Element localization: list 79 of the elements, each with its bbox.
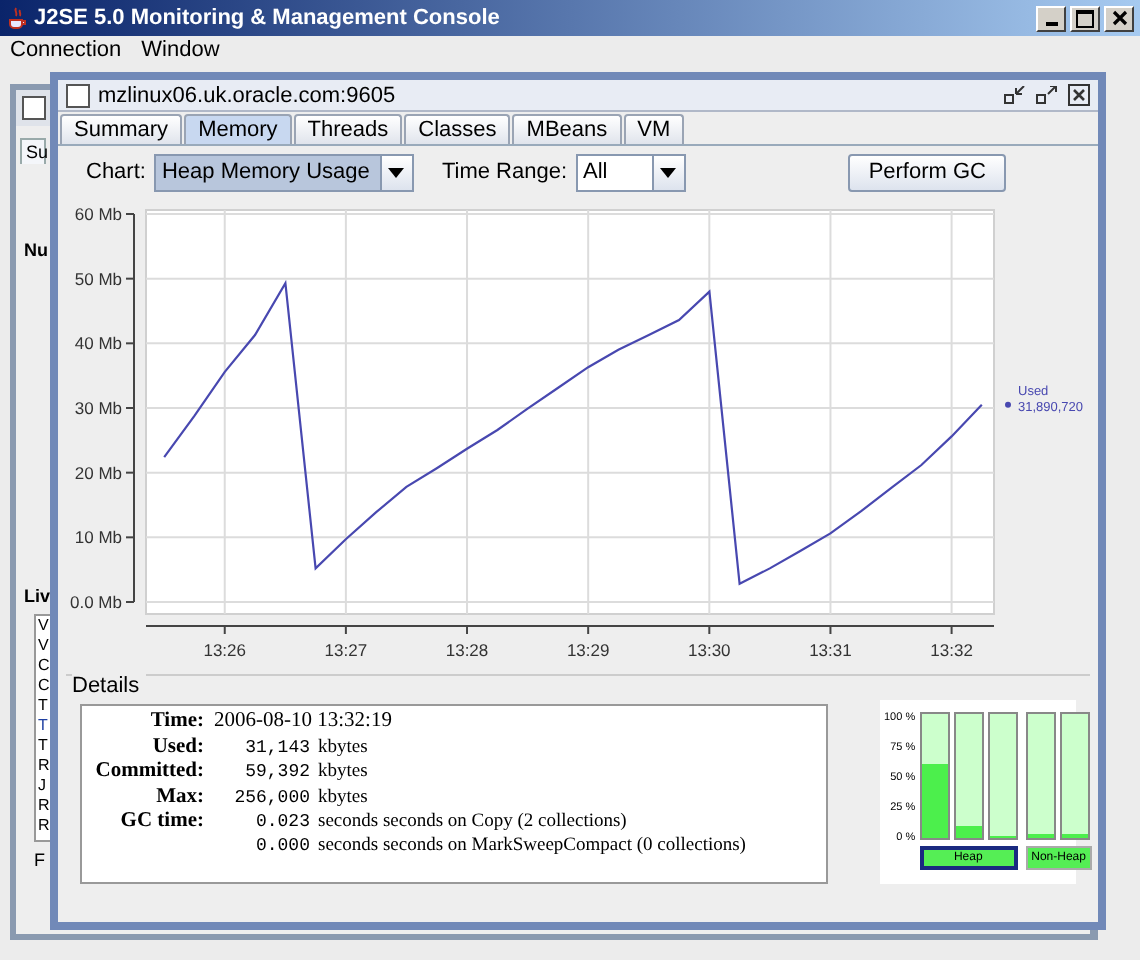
x-tick-label: 13:28 (445, 640, 489, 660)
field-unit: kbytes (318, 787, 368, 807)
tab[interactable]: Classes (404, 114, 511, 144)
field-label: GC time: (120, 810, 204, 832)
pool-bar[interactable] (1059, 712, 1090, 840)
y-tick-label: 30 Mb (74, 398, 122, 418)
window-title: J2SE 5.0 Monitoring & Management Console (34, 6, 502, 30)
tab[interactable]: Summary (60, 114, 183, 144)
list-item[interactable]: R (36, 816, 50, 836)
maximize-icon[interactable] (1036, 86, 1058, 104)
field-unit: seconds seconds on MarkSweepCompact (0 collections) (318, 835, 746, 855)
close-button[interactable] (1104, 5, 1134, 31)
maximize-icon (1076, 9, 1094, 27)
label: F (34, 850, 45, 870)
close-icon (1111, 10, 1127, 26)
chart-dropdown[interactable]: Heap Memory Usage (153, 153, 414, 191)
field-value: 0.023 (253, 812, 312, 832)
field-value: 0.000 (253, 835, 312, 855)
list-item[interactable]: T (36, 696, 50, 716)
field-unit: kbytes (318, 737, 368, 757)
field-value: 2006-08-10 13:32:19 (214, 710, 392, 732)
window-icon (66, 83, 90, 107)
time-range-dropdown[interactable]: All (575, 153, 686, 191)
cup-icon (6, 6, 28, 30)
section-label: Nu (24, 240, 48, 260)
caret-icon (388, 167, 405, 177)
list-item[interactable]: R (36, 796, 50, 816)
time-range-label: Time Range: (441, 160, 568, 184)
list-item[interactable]: C (36, 676, 50, 696)
tab[interactable]: Memory (184, 114, 292, 144)
chart-label: Chart: (86, 160, 146, 184)
field-unit: kbytes (318, 762, 368, 782)
x-tick-label: 13:26 (203, 640, 246, 660)
field-value: 256,000 (232, 787, 312, 807)
field-label: Time: (150, 710, 204, 732)
list-item[interactable]: V (36, 636, 50, 656)
list-item[interactable]: T (36, 736, 50, 756)
tab[interactable]: Su (20, 138, 46, 164)
y-tick-label: 20 Mb (74, 462, 122, 483)
x-tick-label: 13:31 (809, 640, 852, 660)
x-tick-label: 13:30 (688, 640, 731, 660)
close-icon[interactable] (1068, 84, 1090, 106)
perform-gc-button[interactable]: Perform GC (848, 153, 1006, 191)
iconify-icon[interactable] (1004, 86, 1026, 104)
pool-bar[interactable] (987, 712, 1018, 840)
y-tick-label: 10 Mb (74, 527, 122, 548)
section-label: Liv (24, 586, 51, 606)
tab[interactable]: VM (623, 114, 685, 144)
list-item[interactable]: C (36, 656, 50, 676)
tab[interactable]: MBeans (512, 114, 622, 144)
list-item[interactable]: T (36, 716, 50, 736)
x-tick-label: 13:29 (566, 640, 610, 660)
field-label: Used: (152, 735, 204, 757)
field-label: Committed: (95, 760, 204, 782)
window-title: mzlinux06.uk.oracle.com:9605 (98, 83, 398, 107)
tab[interactable]: Threads (293, 114, 403, 144)
field-value: 31,143 (243, 737, 312, 757)
y-tick-label: 50 Mb (74, 268, 122, 289)
list-item[interactable]: V (36, 616, 50, 636)
maximize-button[interactable] (1070, 5, 1100, 31)
field-unit: seconds seconds on Copy (2 collections) (318, 812, 627, 832)
minimize-button[interactable] (1036, 5, 1066, 31)
group-title: Details (72, 674, 146, 698)
list-item[interactable]: R (36, 756, 50, 776)
pool-bar[interactable] (1025, 712, 1056, 840)
x-tick-label: 13:27 (324, 640, 368, 660)
field-label: Max: (156, 785, 204, 807)
y-tick-label: 0.0 Mb (70, 592, 122, 612)
pool-bar[interactable] (919, 712, 950, 840)
window-icon (22, 96, 46, 120)
menu-item[interactable]: Window (141, 38, 220, 66)
caret-icon (660, 167, 677, 177)
field-value: 59,392 (243, 762, 312, 782)
pool-bar[interactable] (953, 712, 984, 840)
y-tick-label: 40 Mb (74, 333, 122, 354)
list-item[interactable]: J (36, 776, 50, 796)
x-tick-label: 13:32 (930, 640, 973, 660)
menu-item[interactable]: Connection (10, 38, 122, 66)
y-tick-label: 60 Mb (74, 204, 122, 224)
